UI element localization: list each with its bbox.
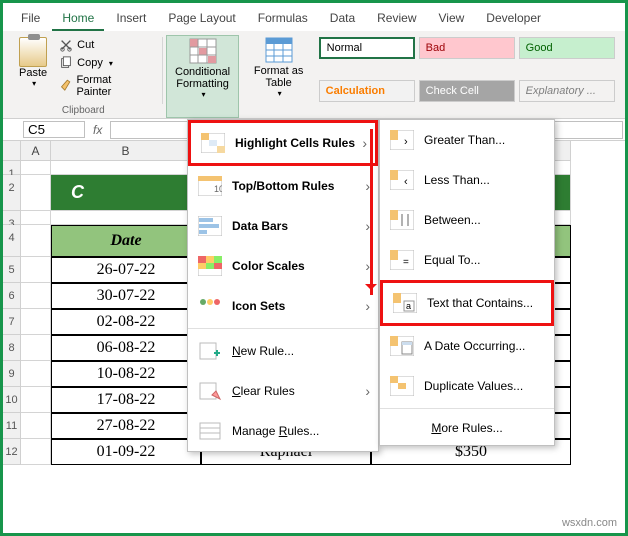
highlight-cells-submenu: › Greater Than... ‹ Less Than... Between…	[379, 119, 555, 446]
greater-than-icon: ›	[390, 130, 414, 150]
menu-icon-sets[interactable]: Icon Sets	[188, 286, 378, 326]
top-bottom-icon: 10	[198, 176, 222, 196]
tab-insert[interactable]: Insert	[106, 7, 156, 31]
tab-home[interactable]: Home	[52, 7, 104, 31]
header-date[interactable]: Date	[51, 225, 201, 257]
manage-rules-icon	[198, 421, 222, 441]
copy-icon	[59, 56, 73, 70]
menu-text-that-contains[interactable]: a Text that Contains...	[380, 280, 554, 326]
icon-sets-icon	[198, 296, 222, 316]
color-scales-icon	[198, 256, 222, 276]
format-as-table-icon	[265, 37, 293, 63]
menu-greater-than[interactable]: › Greater Than...	[380, 120, 554, 160]
svg-text:=: =	[403, 257, 409, 268]
cell-date[interactable]: 27-08-22	[51, 413, 201, 439]
callout-arrow	[370, 129, 373, 295]
conditional-formatting-menu: Highlight Cells Rules 10 Top/Bottom Rule…	[187, 119, 379, 452]
highlight-cells-icon	[201, 133, 225, 153]
menu-date-occurring[interactable]: A Date Occurring...	[380, 326, 554, 366]
menu-data-bars[interactable]: Data Bars	[188, 206, 378, 246]
tab-data[interactable]: Data	[320, 7, 365, 31]
tab-pagelayout[interactable]: Page Layout	[158, 7, 245, 31]
paste-label: Paste	[19, 67, 47, 79]
menu-manage-rules[interactable]: Manage Rules...	[188, 411, 378, 451]
watermark: wsxdn.com	[562, 517, 617, 529]
clear-rules-icon	[198, 381, 222, 401]
format-as-table-button[interactable]: Format as Table▾	[243, 35, 315, 118]
styles-gallery[interactable]: Normal Bad Good Calculation Check Cell E…	[319, 35, 619, 118]
tab-review[interactable]: Review	[367, 7, 426, 31]
menu-highlight-cells-rules[interactable]: Highlight Cells Rules	[188, 120, 378, 166]
between-icon	[390, 210, 414, 230]
menu-duplicate-values[interactable]: Duplicate Values...	[380, 366, 554, 406]
col-header-b[interactable]: B	[51, 141, 201, 161]
style-bad[interactable]: Bad	[419, 37, 515, 59]
cell-date[interactable]: 17-08-22	[51, 387, 201, 413]
tab-formulas[interactable]: Formulas	[248, 7, 318, 31]
menu-between[interactable]: Between...	[380, 200, 554, 240]
copy-button[interactable]: Copy▾	[57, 55, 147, 71]
col-header-a[interactable]: A	[21, 141, 51, 161]
tab-view[interactable]: View	[429, 7, 475, 31]
clipboard-group: Paste▾ Cut Copy▾ Format Painter Clipboar…	[9, 35, 158, 118]
duplicate-values-icon	[390, 376, 414, 396]
conditional-formatting-icon	[189, 38, 217, 64]
less-than-icon: ‹	[390, 170, 414, 190]
new-rule-icon	[198, 341, 222, 361]
equal-to-icon: =	[390, 250, 414, 270]
svg-text:10: 10	[214, 184, 222, 194]
cut-button[interactable]: Cut	[57, 37, 147, 53]
menu-new-rule[interactable]: NNew Rule...ew Rule...	[188, 331, 378, 371]
cell-date[interactable]: 01-09-22	[51, 439, 201, 465]
menu-top-bottom-rules[interactable]: 10 Top/Bottom Rules	[188, 166, 378, 206]
style-normal[interactable]: Normal	[319, 37, 415, 59]
style-good[interactable]: Good	[519, 37, 615, 59]
svg-text:a: a	[406, 301, 411, 311]
cut-icon	[59, 38, 73, 52]
svg-text:›: ›	[404, 136, 408, 148]
svg-text:‹: ‹	[404, 176, 408, 188]
cell-date[interactable]: 10-08-22	[51, 361, 201, 387]
ribbon-tabs: File Home Insert Page Layout Formulas Da…	[3, 3, 625, 31]
cell-date[interactable]: 06-08-22	[51, 335, 201, 361]
paste-button[interactable]: Paste▾	[15, 35, 51, 105]
cell-date[interactable]: 26-07-22	[51, 257, 201, 283]
name-box[interactable]	[23, 121, 85, 138]
brush-icon	[59, 79, 72, 93]
menu-equal-to[interactable]: = Equal To...	[380, 240, 554, 280]
clipboard-group-label: Clipboard	[62, 105, 105, 118]
menu-more-rules[interactable]: More Rules...	[380, 411, 554, 445]
tab-file[interactable]: File	[11, 7, 50, 31]
fx-icon[interactable]: fx	[87, 123, 108, 137]
data-bars-icon	[198, 216, 222, 236]
menu-less-than[interactable]: ‹ Less Than...	[380, 160, 554, 200]
conditional-formatting-button[interactable]: Conditional Formatting▾	[166, 35, 238, 118]
format-painter-button[interactable]: Format Painter	[57, 73, 147, 99]
ribbon: Paste▾ Cut Copy▾ Format Painter Clipboar…	[3, 31, 625, 119]
menu-color-scales[interactable]: Color Scales	[188, 246, 378, 286]
paste-icon	[19, 37, 47, 67]
cell-date[interactable]: 02-08-22	[51, 309, 201, 335]
style-calculation[interactable]: Calculation	[319, 80, 415, 102]
style-check-cell[interactable]: Check Cell	[419, 80, 515, 102]
menu-clear-rules[interactable]: Clear Rules	[188, 371, 378, 411]
cell-date[interactable]: 30-07-22	[51, 283, 201, 309]
style-explanatory[interactable]: Explanatory ...	[519, 80, 615, 102]
date-occurring-icon	[390, 336, 414, 356]
text-contains-icon: a	[393, 293, 417, 313]
select-all-corner[interactable]	[3, 141, 21, 161]
tab-developer[interactable]: Developer	[476, 7, 551, 31]
